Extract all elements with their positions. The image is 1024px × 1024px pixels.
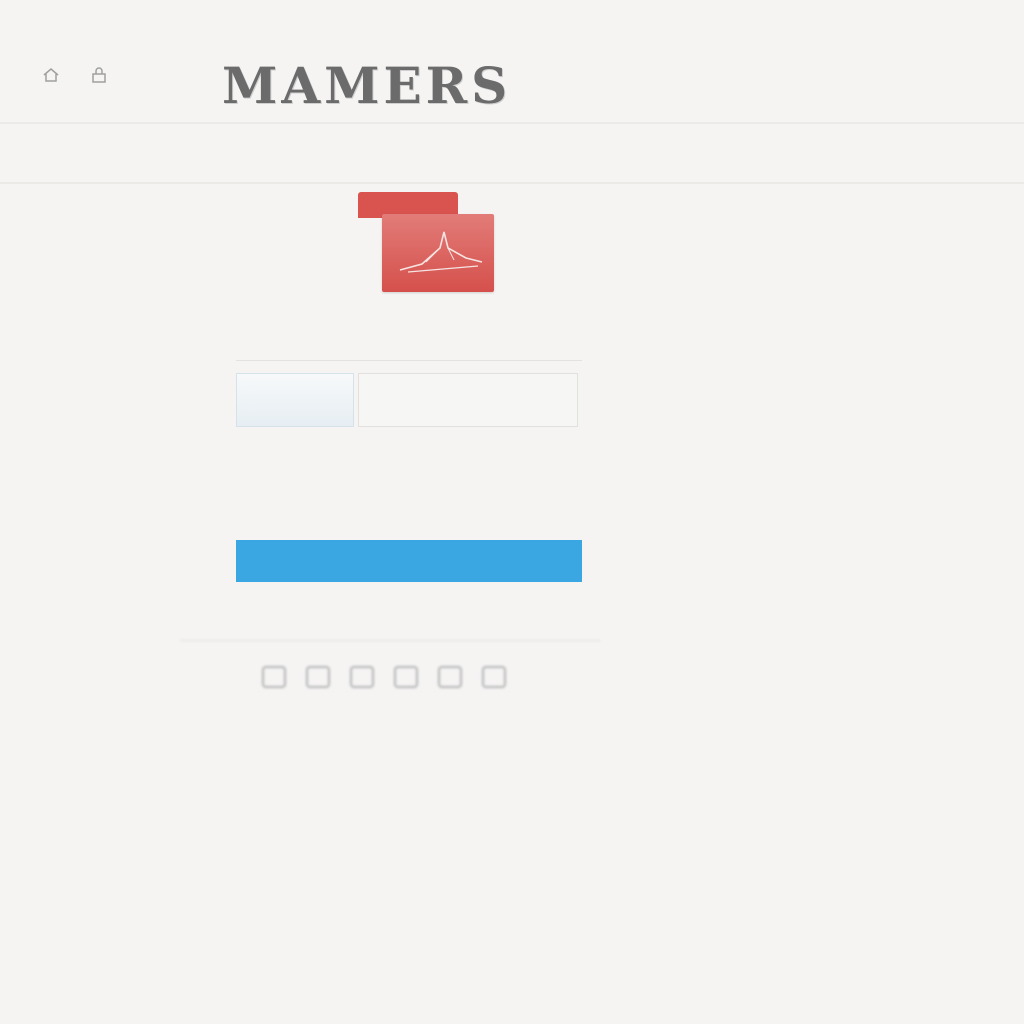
footer-divider [180, 640, 600, 641]
options-row [236, 451, 582, 503]
square-icon[interactable] [306, 666, 330, 688]
header: MAMERS [0, 28, 1024, 188]
page: MAMERS [0, 0, 1024, 1024]
footer [0, 640, 1024, 940]
header-band-divider [0, 182, 1024, 184]
square-icon[interactable] [438, 666, 462, 688]
login-form [236, 316, 582, 503]
square-icon[interactable] [482, 666, 506, 688]
header-divider [0, 122, 1024, 124]
input-pair [236, 373, 582, 429]
square-icon[interactable] [394, 666, 418, 688]
ship-icon [382, 214, 494, 292]
password-field[interactable] [358, 373, 578, 427]
footer-icon-row [262, 666, 506, 688]
login-button[interactable] [236, 540, 582, 582]
account-row [236, 316, 582, 354]
message-icon[interactable] [350, 666, 374, 688]
brand-logo-text[interactable]: MAMERS [222, 56, 511, 115]
form-divider [236, 360, 582, 361]
username-field[interactable] [236, 373, 354, 427]
square-icon[interactable] [262, 666, 286, 688]
